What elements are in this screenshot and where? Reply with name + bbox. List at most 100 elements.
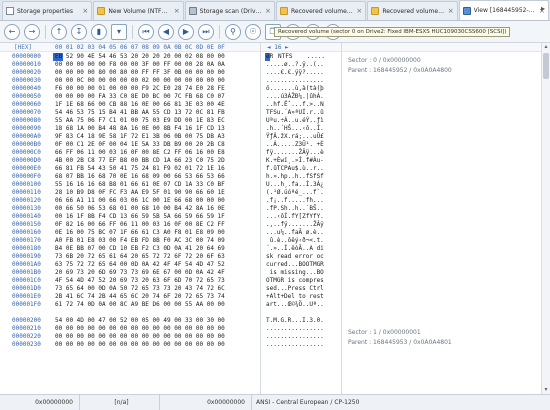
ascii-text[interactable]: ö.......ù,à(tà(þ xyxy=(266,85,324,93)
ascii-text[interactable]: OTMGR is compres xyxy=(266,277,324,285)
ascii-text[interactable]: art...Œ©¾Ö..Uª.. xyxy=(266,301,324,309)
ascii-text[interactable]: ....€.€.ÿÿ?..... xyxy=(266,69,324,77)
ascii-text[interactable]: sed...Press Ctrl xyxy=(266,285,324,293)
hex-bytes[interactable]: 63 75 72 72 65 64 00 0D 0A 42 4F 4F 54 4… xyxy=(55,261,225,269)
hex-bytes[interactable]: 20 69 73 20 6D 69 73 73 69 6E 67 00 0D 0… xyxy=(55,269,225,277)
ascii-text[interactable]: ................ xyxy=(266,325,324,333)
hex-bytes[interactable]: 00 00 00 00 00 00 00 00 00 00 00 00 00 0… xyxy=(55,333,225,341)
up-button[interactable]: ↑ xyxy=(51,23,67,40)
hex-bytes[interactable]: 00 16 1F 8B F4 CD 13 66 59 5B 5A 66 59 6… xyxy=(55,213,225,221)
ascii-text[interactable]: ................ xyxy=(266,77,324,85)
hex-bytes[interactable]: 61 72 74 0D 0A 00 8C A9 BE D6 00 00 55 A… xyxy=(55,301,225,309)
close-icon[interactable]: × xyxy=(174,7,180,15)
tab-new-volume[interactable]: New Volume (NTFS at 1... × xyxy=(93,1,184,20)
hex-bytes[interactable]: 66 FF 06 11 00 03 16 0F 00 8E C2 FF 06 1… xyxy=(55,149,225,157)
save-button[interactable]: ↧ xyxy=(71,23,87,40)
bytes-per-row-control[interactable]: ◄ 16 ► xyxy=(267,43,289,52)
tab-scroll-right-icon[interactable]: ▸ xyxy=(538,4,548,16)
last-button[interactable]: ⏭ xyxy=(198,23,214,40)
hex-bytes[interactable]: 00 00 00 00 00 00 00 00 00 00 00 00 00 0… xyxy=(55,341,225,349)
scrollbar-thumb[interactable] xyxy=(543,53,549,79)
ascii-text[interactable]: (.¹Ø.üóªé_...f`. xyxy=(266,189,324,197)
ascii-text[interactable]: fÿ.......ŽÂÿ...è xyxy=(266,149,324,157)
close-icon[interactable]: × xyxy=(356,7,362,15)
ascii-text[interactable]: ëRNTFS ..... xyxy=(266,53,325,61)
hex-bytes[interactable]: 00 00 00 00 FA 33 C0 8E D0 BC 00 7C FB 6… xyxy=(55,93,225,101)
ascii-text[interactable]: ....ú3ÀŽÐ¼.|ûhÀ. xyxy=(266,93,324,101)
tab-recovered-volume-1[interactable]: Recovered volume (sect... × xyxy=(275,1,367,20)
hex-bytes[interactable]: F6 00 00 00 01 00 00 00 F9 2C E0 28 74 E… xyxy=(55,85,225,93)
hex-bytes[interactable]: 54 00 4D 00 47 00 52 00 05 00 49 00 33 0… xyxy=(55,317,225,325)
ascii-text[interactable]: Uªu.÷Á..u.éÝ..ƒì xyxy=(266,117,324,125)
prev-button[interactable]: ◀ xyxy=(158,23,174,40)
ascii-text[interactable]: TFSu.´A»ªUÍ.r..û xyxy=(266,109,324,117)
hex-bytes[interactable]: 1F 1E 68 66 00 CB 88 16 0E 00 66 81 3E 0… xyxy=(55,101,225,109)
close-icon[interactable]: × xyxy=(448,7,454,15)
find-next-button[interactable]: ☉ xyxy=(245,23,261,40)
hex-bytes[interactable]: 0F 00 C1 2E 0F 00 04 1E 5A 33 DB B9 00 2… xyxy=(55,141,225,149)
bookmark-button[interactable]: ▮ xyxy=(91,23,107,40)
ascii-text[interactable]: ´.»..Í.ëòÃ..A di xyxy=(266,245,324,253)
first-button[interactable]: ⏮ xyxy=(138,23,154,40)
hex-bytes[interactable]: 00 66 50 06 53 68 01 00 68 10 00 B4 42 8… xyxy=(55,205,225,213)
close-icon[interactable]: × xyxy=(82,7,88,15)
hex-bytes[interactable]: EB 52 90 4E 54 46 53 20 20 20 20 00 02 0… xyxy=(55,53,225,61)
ascii-text[interactable]: .f¡..f.....fh... xyxy=(266,197,324,205)
ascii-text[interactable]: .fP.Sh..h..´BŠ.. xyxy=(266,205,324,213)
hex-bytes[interactable]: 28 10 B9 D8 0F FC F3 AA E9 5F 01 90 90 6… xyxy=(55,189,225,197)
ascii-text[interactable]: û.è..ôëý‹ð¬<.t. xyxy=(266,237,324,245)
ascii-text[interactable]: is missing...BO xyxy=(266,269,324,277)
hex-bytes[interactable]: 06 66 A1 11 00 66 03 06 1C 00 1E 66 68 0… xyxy=(55,197,225,205)
hex-bytes[interactable]: 0E 16 00 75 BC 07 1F 66 61 C3 A0 F8 01 E… xyxy=(55,229,225,237)
tab-storage-properties[interactable]: Storage properties × xyxy=(2,1,93,20)
hex-bytes[interactable]: 73 65 64 00 0D 0A 50 72 65 73 73 20 43 7… xyxy=(55,285,225,293)
hex-bytes[interactable]: 54 46 53 75 15 B4 41 BB AA 55 CD 13 72 0… xyxy=(55,109,225,117)
ascii-text[interactable]: U...h¸.fa..Í.3À¿ xyxy=(266,181,324,189)
hex-bytes[interactable]: 2B 41 6C 74 2B 44 65 6C 20 74 6F 20 72 6… xyxy=(55,293,225,301)
back-button[interactable]: ← xyxy=(4,23,20,40)
hex-bytes[interactable]: 00 00 0C 00 00 00 00 00 02 00 00 00 00 0… xyxy=(55,77,225,85)
close-icon[interactable]: × xyxy=(265,7,271,15)
ascii-text[interactable]: f.ûTCPAu$.ù..r.. xyxy=(266,165,324,173)
hex-bytes[interactable]: B4 0E BB 07 00 CD 10 EB F2 C3 0D 0A 41 2… xyxy=(55,245,225,253)
hex-bytes[interactable]: 00 00 00 00 00 F8 00 00 3F 00 FF 00 00 2… xyxy=(55,61,225,69)
hex-bytes[interactable]: A0 FB 01 E8 03 00 F4 EB FD 8B F0 AC 3C 0… xyxy=(55,237,225,245)
ascii-text[interactable]: ...‹ôÍ.fY[ZfYfY. xyxy=(266,213,324,221)
hex-bytes[interactable]: 68 07 BB 16 68 70 0E 16 68 09 00 66 53 6… xyxy=(55,173,225,181)
ascii-text[interactable]: ..Á.....Z3Û¹. +È xyxy=(266,141,324,149)
ascii-text[interactable]: ................ xyxy=(266,341,324,349)
ascii-text[interactable]: h.».hp..h..fSfSf xyxy=(266,173,324,181)
offset-mode-label[interactable]: [HEX] xyxy=(14,43,32,52)
hex-editor[interactable]: [HEX] 00 01 02 03 04 05 06 07 08 09 0A 0… xyxy=(0,43,550,394)
hex-bytes[interactable]: 4B 00 2B C8 77 EF B8 00 BB CD 1A 66 23 C… xyxy=(55,157,225,165)
ascii-text[interactable]: ŸƒÄ.žX.rá;...uÛ£ xyxy=(266,133,324,141)
hex-bytes[interactable]: 55 AA 75 06 F7 C1 01 00 75 03 E9 DD 00 1… xyxy=(55,117,225,125)
scroll-up-icon[interactable]: ▴ xyxy=(542,43,550,51)
next-button[interactable]: ▶ xyxy=(178,23,194,40)
ascii-text[interactable]: .‚..fÿ.......ŽÂÿ xyxy=(266,221,324,229)
tab-view[interactable]: View [168445952-35... × xyxy=(458,0,549,20)
ascii-text[interactable]: K.+Èwï¸.»Í.f#Àu- xyxy=(266,157,324,165)
tab-storage-scan[interactable]: Storage scan (Drive2: Fix... × xyxy=(184,1,275,20)
hex-bytes[interactable]: 9F 83 C4 18 9E 58 1F 72 E1 3B 06 0B 00 7… xyxy=(55,133,225,141)
ascii-text[interactable]: ...u¼..faÃ ø.è.. xyxy=(266,229,324,237)
dropdown-button[interactable]: ▾ xyxy=(111,23,127,40)
vertical-scrollbar[interactable]: ▴ ▾ xyxy=(541,43,550,394)
status-encoding[interactable]: ANSI - Central European / CP-1250 xyxy=(252,395,550,410)
ascii-text[interactable]: ................ xyxy=(266,333,324,341)
ascii-text[interactable]: +Alt+Del to rest xyxy=(266,293,324,301)
ascii-text[interactable]: .....ø..?.ÿ..(.. xyxy=(266,61,324,69)
ascii-text[interactable]: ..hf.Ëˆ...f.>..N xyxy=(266,101,324,109)
ascii-text[interactable]: sk read error oc xyxy=(266,253,324,261)
hex-bytes[interactable]: 66 81 FB 54 43 50 41 75 24 81 F9 02 01 7… xyxy=(55,165,225,173)
ascii-text[interactable]: T.M.G.R...I.3.0. xyxy=(266,317,324,325)
tab-recovered-volume-2[interactable]: Recovered volume (sect... × xyxy=(367,1,458,20)
hex-bytes[interactable]: 0F 82 16 00 66 FF 06 11 00 03 16 0F 00 8… xyxy=(55,221,225,229)
find-button[interactable]: ⚲ xyxy=(225,23,241,40)
forward-button[interactable]: → xyxy=(24,23,40,40)
ascii-text[interactable]: curred...BOOTMGR xyxy=(266,261,324,269)
ascii-text[interactable]: .h..´HŠ...‹ô..Í. xyxy=(266,125,324,133)
scroll-down-icon[interactable]: ▾ xyxy=(542,386,550,394)
hex-bytes[interactable]: 00 00 00 00 80 00 80 00 FF FF 3F 0B 00 0… xyxy=(55,69,225,77)
hex-bytes[interactable]: 18 68 1A 00 B4 48 8A 16 0E 00 8B F4 16 1… xyxy=(55,125,225,133)
